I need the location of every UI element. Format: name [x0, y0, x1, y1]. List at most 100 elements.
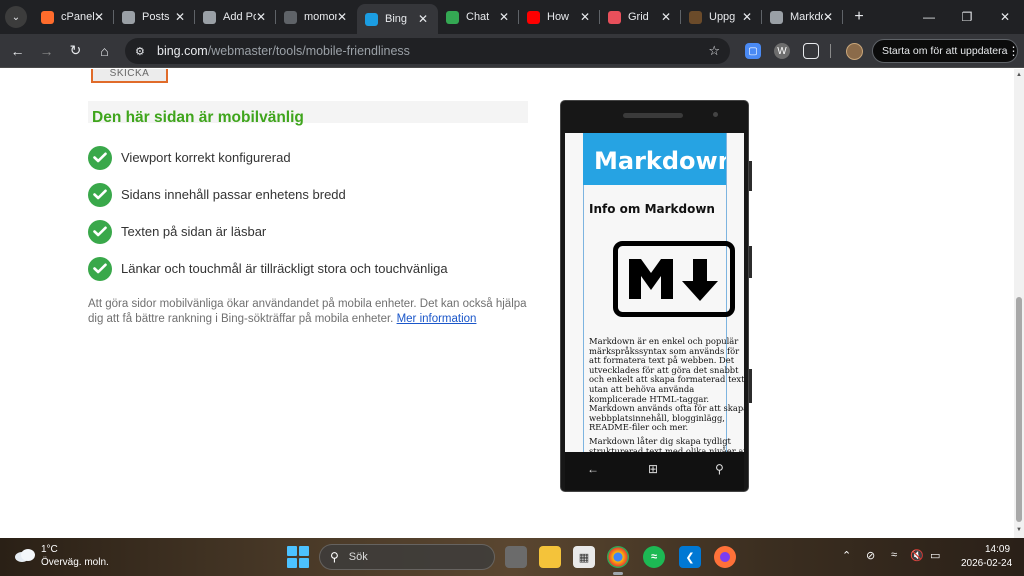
tab-title: How	[547, 11, 570, 23]
tab-strip: ⌄ cPanel✕Posts✕Add Post✕momondo✕Bing✕Cha…	[0, 0, 1024, 34]
profile-avatar[interactable]	[846, 43, 863, 60]
check-label: Länkar och touchmål är tillräckligt stor…	[121, 261, 448, 276]
back-icon[interactable]: ←	[3, 43, 32, 59]
start-button[interactable]	[287, 546, 309, 568]
tab-title: Bing	[385, 13, 408, 25]
youtube-icon	[527, 10, 540, 24]
tab-search-button[interactable]: ⌄	[5, 6, 27, 28]
tab-markdown[interactable]: Markdown✕	[762, 0, 843, 34]
tab-momondo[interactable]: momondo✕	[276, 0, 357, 34]
scroll-down-icon[interactable]: ▼	[1016, 527, 1022, 533]
tab-title: momondo	[304, 11, 337, 23]
tab-how[interactable]: How ✕	[519, 0, 600, 34]
close-tab-icon[interactable]: ✕	[499, 10, 509, 24]
clock-time[interactable]: 14:09	[985, 544, 1010, 555]
phone-side-button	[749, 161, 752, 191]
phone-back-icon: ←	[587, 462, 599, 476]
site-info-icon[interactable]: ⚙	[135, 45, 149, 58]
close-tab-icon[interactable]: ✕	[418, 12, 428, 26]
page-content: SKICKA Den här sidan är mobilvänlig View…	[0, 69, 1024, 538]
network-off-icon[interactable]: ⊘	[866, 549, 875, 562]
page-scrollbar[interactable]: ▲ ▼	[1014, 69, 1024, 538]
chat-icon	[446, 10, 459, 24]
kebab-menu-icon[interactable]: ⋮	[1008, 44, 1020, 58]
tab-cpanel[interactable]: cPanel ✕	[33, 0, 114, 34]
tab-title: cPanel	[61, 11, 94, 23]
scrollbar-thumb[interactable]	[1016, 297, 1022, 522]
spotify-icon[interactable]: ≈	[643, 546, 665, 568]
battery-icon[interactable]: ▭	[930, 549, 940, 562]
window-controls: — ❐ ✕	[910, 0, 1024, 34]
checkmark-icon	[88, 145, 112, 170]
firefox-icon[interactable]	[714, 546, 736, 568]
tab-title: Uppg	[709, 11, 736, 23]
vscode-icon[interactable]: ❮	[679, 546, 701, 568]
close-tab-icon[interactable]: ✕	[823, 10, 833, 24]
grid-icon	[608, 10, 621, 24]
check-label: Viewport korrekt konfigurerad	[121, 150, 291, 165]
forward-icon[interactable]: →	[32, 43, 61, 59]
tab-uppg[interactable]: Uppg ✕	[681, 0, 762, 34]
active-app-indicator	[613, 572, 623, 575]
momondo-icon	[284, 10, 297, 24]
tab-list: cPanel✕Posts✕Add Post✕momondo✕Bing✕Chat✕…	[33, 0, 843, 34]
extension-copy-icon[interactable]: ▢	[745, 43, 761, 59]
close-tab-icon[interactable]: ✕	[580, 10, 590, 24]
close-tab-icon[interactable]: ✕	[337, 10, 347, 24]
tab-title: Grid	[628, 11, 649, 23]
wifi-icon[interactable]: ≈	[891, 549, 897, 561]
result-title: Den här sidan är mobilvänlig	[92, 109, 304, 126]
restore-icon[interactable]: ❐	[948, 10, 986, 24]
close-tab-icon[interactable]: ✕	[94, 10, 104, 24]
cloud-icon[interactable]	[14, 547, 36, 563]
submit-button[interactable]: SKICKA	[91, 69, 168, 83]
phone-search-icon: ⚲	[715, 462, 724, 476]
task-view-icon[interactable]	[505, 546, 527, 568]
close-tab-icon[interactable]: ✕	[256, 10, 266, 24]
weather-description[interactable]: Överväg. moln.	[41, 557, 109, 568]
tray-chevron-up-icon[interactable]: ⌃	[842, 549, 851, 562]
reload-icon[interactable]: ↻	[61, 42, 90, 59]
bing-icon	[365, 12, 378, 26]
tab-add-post[interactable]: Add Post✕	[195, 0, 276, 34]
extensions-puzzle-icon[interactable]	[803, 43, 819, 59]
url-text: bing.com/webmaster/tools/mobile-friendli…	[157, 44, 410, 58]
uppg-icon	[689, 10, 702, 24]
tab-title: Add Post	[223, 11, 256, 23]
bookmark-star-icon[interactable]: ☆	[708, 43, 720, 59]
close-tab-icon[interactable]: ✕	[661, 10, 671, 24]
chevron-down-icon: ⌄	[11, 11, 21, 23]
toolbar-divider	[830, 44, 831, 58]
close-tab-icon[interactable]: ✕	[742, 10, 752, 24]
tab-bing[interactable]: Bing ✕	[357, 4, 438, 34]
file-explorer-icon[interactable]	[539, 546, 561, 568]
check-item: Texten på sidan är läsbar	[88, 213, 448, 250]
scroll-up-icon[interactable]: ▲	[1016, 72, 1022, 78]
tab-chat[interactable]: Chat ✕	[438, 0, 519, 34]
checkmark-icon	[88, 256, 112, 281]
weather-temperature[interactable]: 1°C	[41, 544, 58, 555]
more-info-link[interactable]: Mer information	[397, 313, 477, 325]
extension-w-icon[interactable]: W	[774, 43, 790, 59]
phone-nav-bar: ← ⊞ ⚲	[565, 452, 744, 490]
close-tab-icon[interactable]: ✕	[175, 10, 185, 24]
address-bar[interactable]: ⚙ bing.com/webmaster/tools/mobile-friend…	[125, 38, 730, 64]
check-item: Viewport korrekt konfigurerad	[88, 139, 448, 176]
tab-grid[interactable]: Grid ✕	[600, 0, 681, 34]
globe-icon	[203, 10, 216, 24]
windows-logo-icon: ⊞	[648, 462, 659, 476]
chrome-icon[interactable]	[607, 546, 629, 568]
clock-date[interactable]: 2026-02-24	[961, 558, 1012, 569]
store-icon[interactable]: ▦	[573, 546, 595, 568]
taskbar-search[interactable]: ⚲ Sök	[319, 544, 495, 570]
tab-title: Chat	[466, 11, 490, 23]
volume-muted-icon[interactable]: 🔇	[910, 549, 924, 562]
new-tab-button[interactable]: +	[847, 8, 871, 26]
tab-posts[interactable]: Posts ✕	[114, 0, 195, 34]
check-list: Viewport korrekt konfigurerad Sidans inne…	[88, 139, 448, 287]
markdown-logo-icon	[613, 241, 735, 317]
minimize-icon[interactable]: —	[910, 10, 948, 24]
home-icon[interactable]: ⌂	[90, 43, 119, 59]
close-window-icon[interactable]: ✕	[986, 10, 1024, 24]
update-button[interactable]: Starta om för att uppdatera ⋮	[872, 39, 1020, 63]
